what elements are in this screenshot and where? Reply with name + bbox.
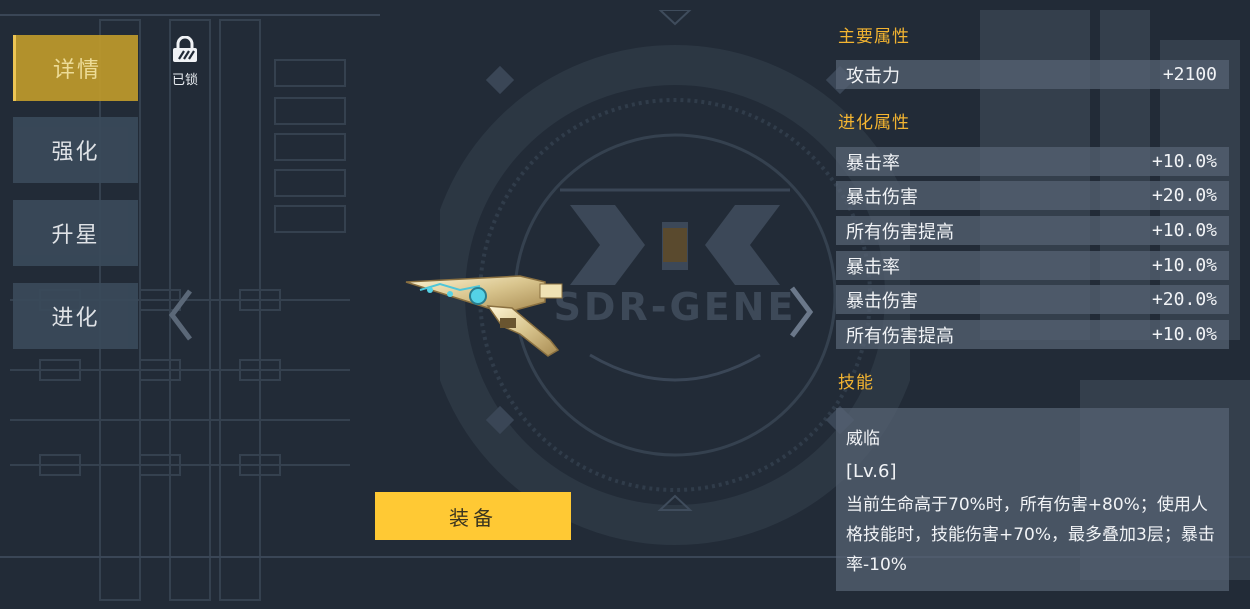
attr-value: +10.0% — [1151, 151, 1217, 172]
attr-value: +2100 — [1162, 64, 1217, 85]
attr-name: 所有伤害提高 — [846, 325, 954, 347]
skill-description: 当前生命高于70%时，所有伤害+80%；使用人格技能时，技能伤害+70%，最多叠… — [846, 495, 1215, 575]
tab-evolve-label: 进化 — [51, 306, 100, 331]
attr-row: 所有伤害提高 +10.0% — [836, 320, 1229, 349]
skill-title: 技能 — [838, 373, 874, 393]
previous-arrow-icon[interactable] — [166, 285, 196, 345]
attr-name: 暴击率 — [846, 256, 900, 278]
skill-name: 威临 — [846, 429, 880, 449]
skill-panel: 威临 [Lv.6] 当前生命高于70%时，所有伤害+80%；使用人格技能时，技能… — [836, 408, 1229, 591]
attr-name: 所有伤害提高 — [846, 221, 954, 243]
top-rule — [0, 14, 380, 16]
tab-details[interactable]: 详情 — [13, 35, 138, 101]
lock-icon — [173, 35, 197, 62]
attr-name: 暴击率 — [846, 152, 900, 174]
skill-level: [Lv.6] — [846, 461, 897, 482]
attr-name: 暴击伤害 — [846, 290, 918, 312]
attr-value: +20.0% — [1151, 185, 1217, 206]
attr-name: 攻击力 — [846, 65, 900, 87]
attr-row: 暴击率 +10.0% — [836, 251, 1229, 280]
evolution-attributes-title: 进化属性 — [838, 113, 910, 133]
attr-row: 所有伤害提高 +10.0% — [836, 216, 1229, 245]
attr-row: 暴击伤害 +20.0% — [836, 285, 1229, 314]
emblem-text: SDR-GENE — [554, 285, 797, 329]
attr-value: +10.0% — [1151, 220, 1217, 241]
attr-value: +10.0% — [1151, 255, 1217, 276]
lock-toggle[interactable]: 已锁 — [166, 35, 204, 88]
attr-row: 暴击率 +10.0% — [836, 147, 1229, 176]
attr-row: 暴击伤害 +20.0% — [836, 181, 1229, 210]
attr-value: +10.0% — [1151, 324, 1217, 345]
tab-star-up[interactable]: 升星 — [13, 200, 138, 266]
main-attributes-title: 主要属性 — [838, 27, 910, 47]
attr-name: 暴击伤害 — [846, 186, 918, 208]
attr-row: 攻击力 +2100 — [836, 60, 1229, 89]
equip-button[interactable]: 装备 — [375, 492, 571, 540]
tab-enhance-label: 强化 — [51, 140, 100, 165]
tab-star-up-label: 升星 — [51, 223, 100, 248]
next-arrow-icon[interactable] — [786, 282, 816, 342]
lock-label: 已锁 — [171, 73, 198, 88]
attr-value: +20.0% — [1151, 289, 1217, 310]
weapon-image — [405, 275, 563, 357]
tab-details-label: 详情 — [52, 58, 101, 83]
tab-evolve[interactable]: 进化 — [13, 283, 138, 349]
tab-enhance[interactable]: 强化 — [13, 117, 138, 183]
equip-button-label: 装备 — [449, 507, 497, 530]
